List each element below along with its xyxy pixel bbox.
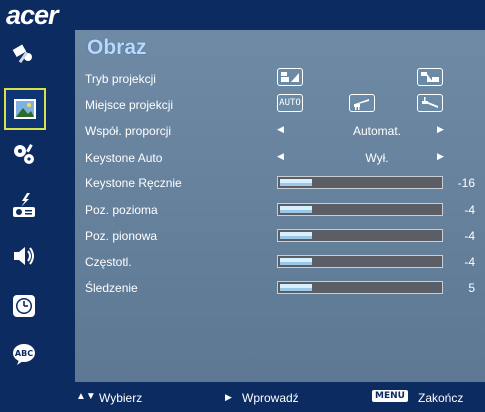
h-position-row[interactable]: Poz. pozioma -4 <box>85 200 475 220</box>
footer-select-hint: Wybierz <box>99 391 143 405</box>
sidebar-item-audio[interactable] <box>4 236 44 276</box>
frequency-value: -4 <box>464 255 475 269</box>
projection-mode-row[interactable]: Tryb projekcji <box>85 68 475 89</box>
projection-location-label: Miejsce projekcji <box>85 98 174 112</box>
aspect-ratio-label: Współ. proporcji <box>85 124 172 138</box>
settings-gears-icon <box>14 144 34 164</box>
image-settings-panel: Obraz Tryb projekcji Miejsce projekcji A… <box>75 30 485 382</box>
h-position-value: -4 <box>464 203 475 217</box>
frequency-label: Częstotl. <box>85 255 132 269</box>
location-auto-option[interactable]: AUTO <box>277 94 303 112</box>
v-position-row[interactable]: Poz. pionowa -4 <box>85 226 475 246</box>
keystone-manual-row[interactable]: Keystone Ręcznie -16 <box>85 173 475 193</box>
keystone-manual-slider[interactable] <box>277 176 443 189</box>
sidebar-item-management[interactable] <box>4 186 44 226</box>
sidebar: ABC <box>0 30 74 382</box>
projection-location-row[interactable]: Miejsce projekcji AUTO <box>85 94 475 115</box>
projector-osd: acer ABC Obraz Tryb projekcji Miejsce pr… <box>0 0 485 412</box>
footer-enter-hint: Wprowadź <box>242 391 299 405</box>
keystone-auto-label: Keystone Auto <box>85 151 163 165</box>
keystone-manual-value: -16 <box>457 176 475 190</box>
sidebar-item-color[interactable] <box>4 34 44 74</box>
tracking-slider[interactable] <box>277 281 443 294</box>
front-projection-icon <box>281 72 299 82</box>
acer-logo: acer <box>6 0 59 30</box>
front-projection-option[interactable] <box>277 68 303 86</box>
aspect-ratio-row[interactable]: Współ. proporcji ◀ Automat. ▶ <box>85 121 475 141</box>
desk-mount-icon <box>354 99 369 110</box>
keystone-auto-value: Wył. <box>365 151 389 165</box>
h-position-label: Poz. pozioma <box>85 203 158 217</box>
color-management-icon <box>12 44 32 64</box>
desk-mount-option[interactable] <box>349 94 375 112</box>
ceiling-mount-icon <box>422 97 438 108</box>
aspect-ratio-left-arrow-icon[interactable]: ◀ <box>277 124 284 135</box>
keystone-auto-right-arrow-icon[interactable]: ▶ <box>437 151 444 162</box>
h-position-slider[interactable] <box>277 203 443 216</box>
footer-hints: ▲▼ Wybierz ▶ Wprowadź MENU Zakończ <box>0 382 485 412</box>
language-abc-icon: ABC <box>13 344 35 365</box>
rear-projection-option[interactable] <box>417 68 443 86</box>
keystone-auto-row[interactable]: Keystone Auto ◀ Wył. ▶ <box>85 148 475 168</box>
keystone-manual-label: Keystone Ręcznie <box>85 176 182 190</box>
sidebar-item-language[interactable]: ABC <box>4 334 44 374</box>
audio-speaker-icon <box>14 247 34 265</box>
tracking-value: 5 <box>468 281 475 295</box>
location-auto-label: AUTO <box>279 98 301 108</box>
sidebar-item-settings[interactable] <box>4 134 44 174</box>
projection-mode-label: Tryb projekcji <box>85 72 156 86</box>
enter-arrow-icon: ▶ <box>225 392 232 402</box>
tracking-row[interactable]: Śledzenie 5 <box>85 278 475 298</box>
tracking-label: Śledzenie <box>85 281 138 295</box>
aspect-ratio-right-arrow-icon[interactable]: ▶ <box>437 124 444 135</box>
v-position-value: -4 <box>464 229 475 243</box>
up-down-arrow-icon: ▲▼ <box>76 391 96 402</box>
projector-management-icon <box>13 193 35 217</box>
v-position-slider[interactable] <box>277 229 443 242</box>
svg-text:ABC: ABC <box>15 349 33 358</box>
sidebar-item-timer[interactable] <box>4 286 44 326</box>
page-title: Obraz <box>87 36 147 59</box>
image-icon <box>14 99 36 119</box>
frequency-slider[interactable] <box>277 255 443 268</box>
footer-exit-hint: Zakończ <box>418 391 464 405</box>
sidebar-item-image[interactable] <box>4 88 46 130</box>
frequency-row[interactable]: Częstotl. -4 <box>85 252 475 272</box>
menu-key-badge: MENU <box>372 390 408 402</box>
ceiling-mount-option[interactable] <box>417 94 443 112</box>
aspect-ratio-value: Automat. <box>352 124 402 138</box>
timer-clock-icon <box>13 295 35 317</box>
rear-projection-icon <box>421 72 439 82</box>
v-position-label: Poz. pionowa <box>85 229 158 243</box>
keystone-auto-left-arrow-icon[interactable]: ◀ <box>277 151 284 162</box>
